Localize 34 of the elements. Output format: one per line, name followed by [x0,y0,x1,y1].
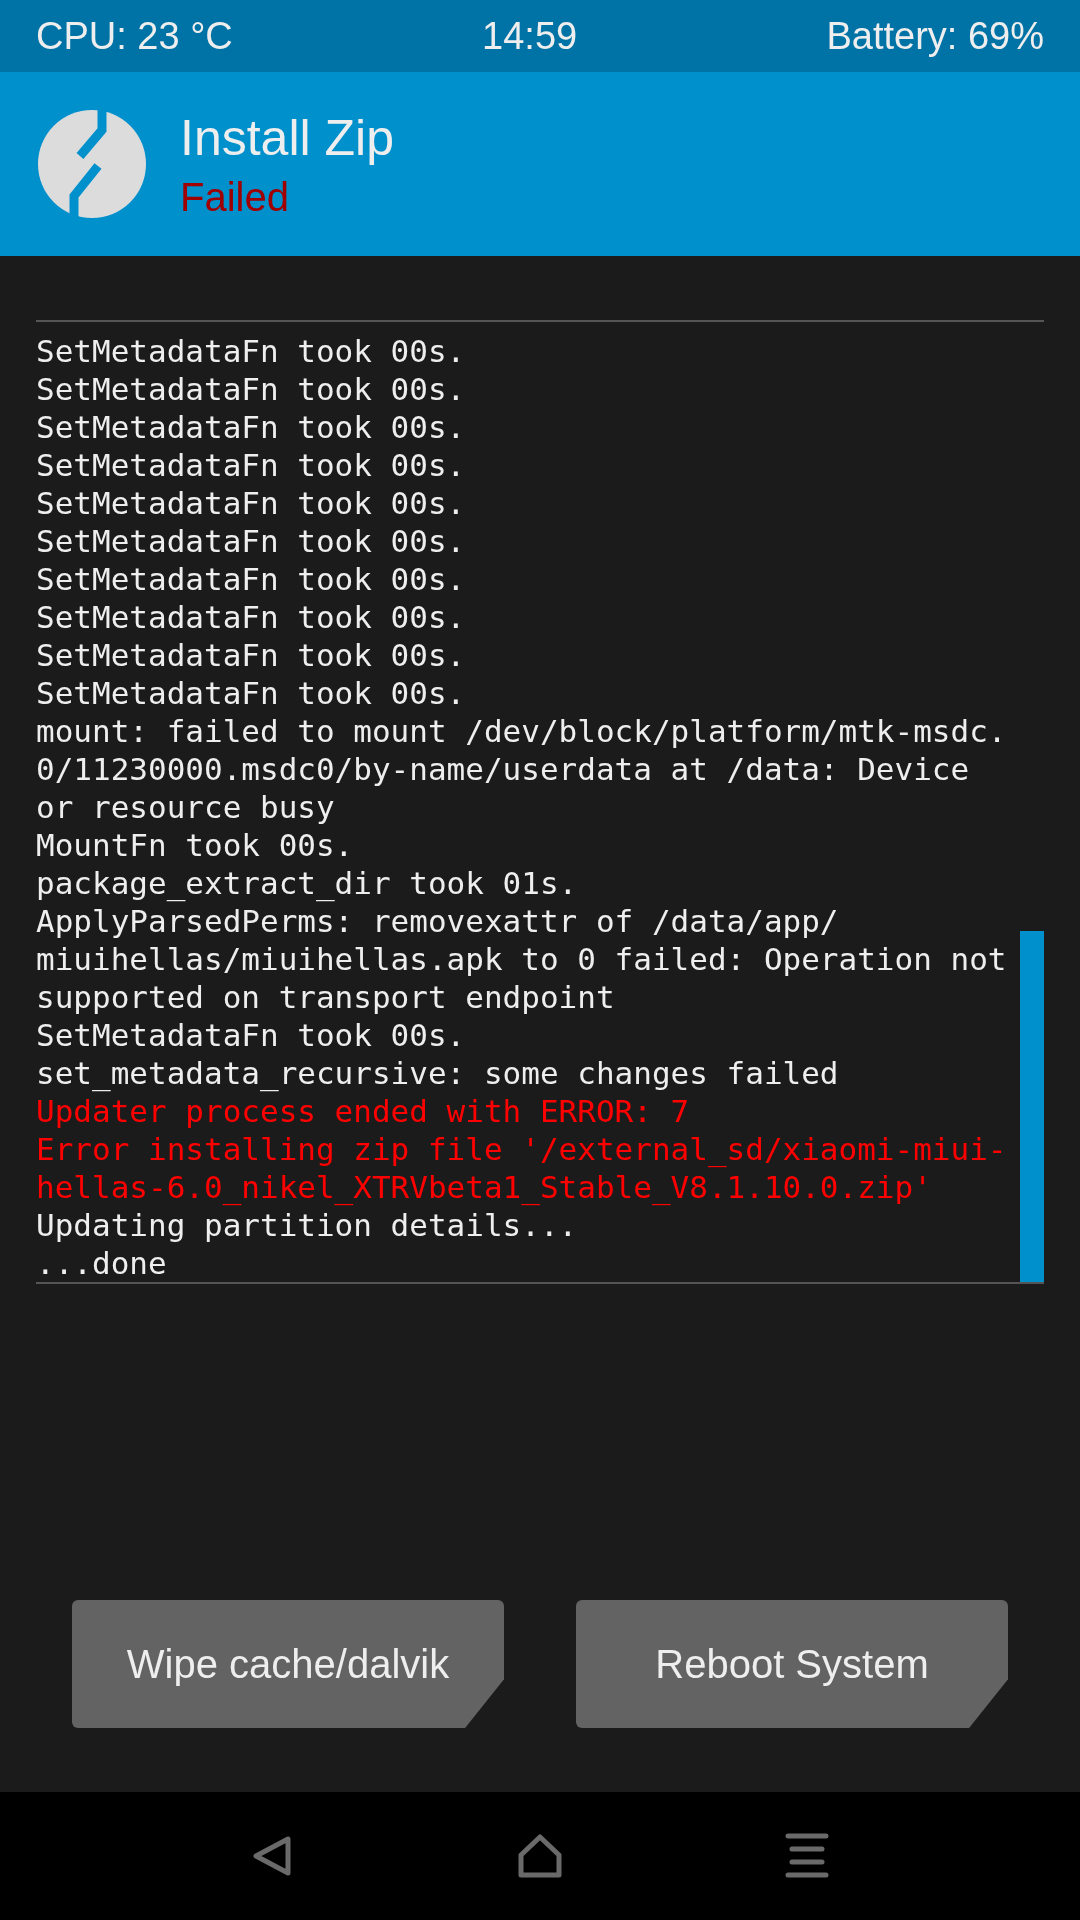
log-line: SetMetadataFn took 00s. [36,1016,467,1054]
log-line: SetMetadataFn took 00s. [36,370,467,408]
log-line: package_extract_dir took 01s. [36,864,579,902]
log-line: SetMetadataFn took 00s. [36,446,467,484]
log-line: ...done [36,1244,168,1282]
log-line: SetMetadataFn took 00s. [36,332,467,370]
log-line: ApplyParsedPerms: removexattr of /data/app/ [36,902,840,940]
cpu-temperature: CPU: 23 °C [36,14,233,58]
log-line: 0/11230000.msdc0/by-name/userdata at /data: Device [36,750,971,788]
log-line: supported on transport endpoint [36,978,616,1016]
log-line: SetMetadataFn took 00s. [36,598,467,636]
log-line: Error installing zip file '/external_sd/xiaomi-miui- [36,1130,1008,1168]
logo-icon [36,108,148,220]
scrollbar[interactable] [1020,931,1044,1282]
screen-title: Install Zip [180,108,394,167]
clock: 14:59 [482,14,578,58]
log-line: hellas-6.0_nikel_XTRVbeta1_Stable_V8.1.10.0.zip' [36,1168,933,1206]
log-line: miuihellas/miuihellas.apk to 0 failed: Operation not [36,940,1008,978]
battery-level: Battery: 69% [826,14,1044,58]
log-line: SetMetadataFn took 00s. [36,674,467,712]
install-status: Failed [180,174,290,220]
log-line: Updater process ended with ERROR: 7 [36,1092,691,1130]
log-line: set_metadata_recursive: some changes failed [36,1054,840,1092]
log-line: Updating partition details... [36,1206,579,1244]
log-line: or resource busy [36,788,336,826]
action-button[interactable]: Wipe cache/dalvik [72,1600,504,1728]
log-line: SetMetadataFn took 00s. [36,408,467,446]
log-line: SetMetadataFn took 00s. [36,522,467,560]
log-line: SetMetadataFn took 00s. [36,560,467,598]
log-line: mount: failed to mount /dev/block/platform/mtk-msdc. [36,712,1008,750]
log-line: SetMetadataFn took 00s. [36,484,467,522]
log-line: SetMetadataFn took 00s. [36,636,467,674]
log-line: MountFn took 00s. [36,826,355,864]
action-button[interactable]: Reboot System [576,1600,1008,1728]
